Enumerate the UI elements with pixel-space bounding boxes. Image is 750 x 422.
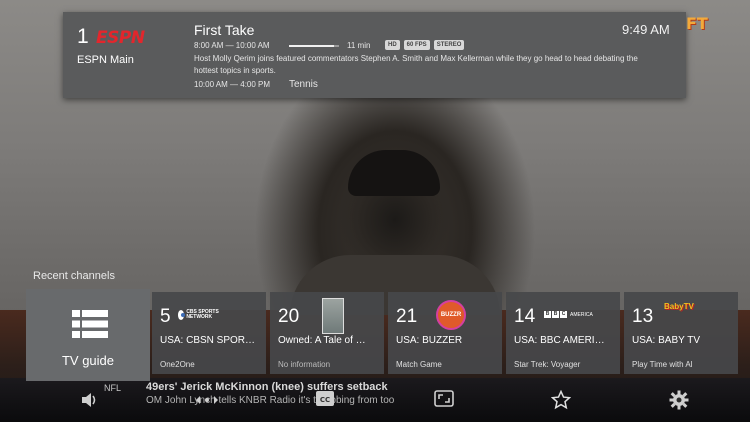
svg-text:CC: CC [320, 396, 330, 404]
badge-audio: STEREO [433, 40, 465, 50]
cbs-sports-logo-icon: CBS SPORTS NETWORK [178, 308, 224, 322]
tile-program: Match Game [396, 360, 442, 369]
tile-channel-number: 14 [514, 306, 536, 327]
tile-channel-name: USA: BBC AMERI… [514, 335, 605, 346]
tile-channel-number: 13 [632, 306, 654, 327]
tv-guide-label: TV guide [61, 353, 115, 368]
channel-name: ESPN Main [77, 54, 134, 66]
bbc-america-logo-icon: B B C AMERICA [544, 311, 593, 318]
tv-guide-button[interactable]: TV guide [26, 289, 150, 381]
tile-channel-name: USA: CBSN SPOR… [160, 335, 256, 346]
closed-captions-icon[interactable]: CC [315, 390, 335, 408]
program-badges: HD 60 FPS STEREO [385, 40, 465, 50]
recent-channel-tile[interactable]: 5 CBS SPORTS NETWORK USA: CBSN SPOR… One… [152, 292, 266, 374]
recent-channel-tile[interactable]: 13 BabyTV USA: BABY TV Play Time with Al [624, 292, 738, 374]
tile-channel-name: USA: BUZZER [396, 335, 463, 346]
badge-fps: 60 FPS [403, 40, 430, 50]
tile-channel-number: 5 [160, 306, 171, 327]
audio-track-icon[interactable] [196, 395, 218, 405]
recent-channels-heading: Recent channels [33, 270, 115, 282]
guide-list-icon [72, 310, 108, 338]
tile-program: Star Trek: Voyager [514, 360, 581, 369]
channel-logo: ESPN [96, 28, 145, 48]
program-title: First Take [194, 22, 255, 38]
ticker-subline: OM John Lynch tells KNBR Radio it's thro… [146, 395, 395, 406]
favorite-star-icon[interactable] [551, 390, 571, 410]
tile-program: One2One [160, 360, 195, 369]
poster-logo-icon [322, 298, 344, 334]
next-program-time: 10:00 AM — 4:00 PM [194, 80, 271, 89]
recent-channel-tile[interactable]: 21 BUZZR USA: BUZZER Match Game [388, 292, 502, 374]
tile-channel-number: 20 [278, 306, 300, 327]
program-time: 8:00 AM — 10:00 AM [194, 41, 270, 50]
tile-channel-name: Owned: A Tale of … [278, 335, 366, 346]
aspect-ratio-icon[interactable] [434, 390, 454, 408]
program-remaining: 11 min [347, 41, 371, 50]
program-progress-bar [289, 45, 339, 47]
tile-program: No information [278, 360, 331, 369]
tile-channel-name: USA: BABY TV [632, 335, 700, 346]
program-info-card: 1 ESPN ESPN Main First Take 8:00 AM — 10… [63, 12, 686, 98]
buzzr-logo-icon: BUZZR [436, 300, 466, 330]
badge-hd: HD [385, 40, 400, 50]
app-brand-logo: FT [686, 14, 708, 33]
tile-program: Play Time with Al [632, 360, 693, 369]
ticker-headline: 49ers' Jerick McKinnon (knee) suffers se… [146, 381, 388, 393]
volume-icon[interactable] [80, 390, 100, 410]
recent-channel-tile[interactable]: 20 Owned: A Tale of … No information [270, 292, 384, 374]
babytv-logo-icon: BabyTV [664, 302, 694, 311]
ticker-league: NFL [104, 383, 122, 393]
next-program-title: Tennis [289, 79, 318, 90]
clock: 9:49 AM [622, 22, 670, 37]
channel-number: 1 [77, 25, 89, 48]
program-progress-fill [289, 45, 334, 47]
program-description: Host Molly Qerim joins featured commenta… [194, 54, 638, 75]
settings-gear-icon[interactable] [669, 390, 689, 410]
tile-channel-number: 21 [396, 306, 418, 327]
recent-channel-tile[interactable]: 14 B B C AMERICA USA: BBC AMERI… Star Trek:… [506, 292, 620, 374]
